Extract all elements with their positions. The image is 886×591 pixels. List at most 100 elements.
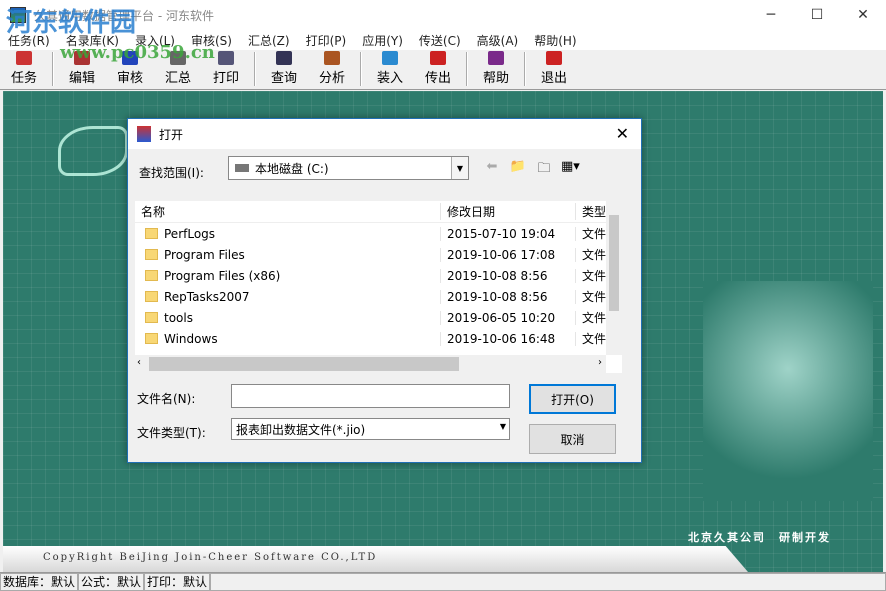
toolbar-label: 查询 bbox=[270, 71, 297, 86]
close-button[interactable]: ✕ bbox=[840, 0, 886, 30]
toolbar-label: 分析 bbox=[318, 71, 345, 86]
folder-icon bbox=[145, 249, 158, 260]
copyright-band: CopyRight BeiJing Join-Cheer Software CO… bbox=[3, 546, 748, 572]
file-type: 文件 bbox=[582, 311, 606, 325]
menu-item[interactable]: 传送(C) bbox=[411, 32, 469, 49]
file-name: Windows bbox=[164, 331, 218, 346]
company-text: 北京久其公司 研制开发 bbox=[688, 531, 831, 544]
horizontal-scrollbar[interactable]: ‹ › bbox=[135, 355, 606, 373]
toolbar-label: 帮助 bbox=[482, 71, 509, 86]
back-icon[interactable]: ⬅ bbox=[483, 159, 501, 181]
file-date: 2019-10-08 8:56 bbox=[441, 289, 576, 304]
toolbar-icon bbox=[324, 51, 340, 65]
file-row[interactable]: Windows 2019-10-06 16:48 文件 bbox=[135, 328, 622, 349]
file-name: Program Files (x86) bbox=[164, 268, 281, 283]
file-type: 文件 bbox=[582, 248, 606, 262]
file-row[interactable]: RepTasks2007 2019-10-08 8:56 文件 bbox=[135, 286, 622, 307]
file-type: 文件 bbox=[582, 227, 606, 241]
toolbar-separator bbox=[52, 52, 54, 86]
file-type: 文件 bbox=[582, 269, 606, 283]
toolbar-label: 传出 bbox=[424, 71, 451, 86]
file-name: PerfLogs bbox=[164, 226, 216, 241]
view-menu-icon[interactable]: ▦▾ bbox=[561, 159, 580, 181]
menu-item[interactable]: 打印(P) bbox=[298, 32, 355, 49]
file-row[interactable]: Program Files (x86) 2019-10-08 8:56 文件 bbox=[135, 265, 622, 286]
toolbar-icon bbox=[16, 51, 32, 65]
toolbar-button[interactable]: 分析 bbox=[308, 49, 356, 89]
menu-item[interactable]: 应用(Y) bbox=[354, 32, 411, 49]
file-list: 名称 修改日期 类型 PerfLogs 2015-07-10 19:04 文件 Pro… bbox=[135, 201, 622, 373]
folder-icon bbox=[145, 333, 158, 344]
file-type: 文件 bbox=[582, 290, 606, 304]
status-bar: 数据库：默认 公式：默认 打印：默认 bbox=[0, 572, 886, 591]
status-empty bbox=[210, 573, 886, 591]
dialog-close-button[interactable]: ✕ bbox=[616, 124, 629, 143]
file-row[interactable]: PerfLogs 2015-07-10 19:04 文件 bbox=[135, 223, 622, 244]
maximize-button[interactable]: ☐ bbox=[794, 0, 840, 30]
filetype-value: 报表卸出数据文件(*.jio) bbox=[236, 423, 366, 437]
drive-icon bbox=[235, 164, 249, 172]
lookin-value: 本地磁盘 (C:) bbox=[255, 161, 329, 176]
folder-icon bbox=[145, 312, 158, 323]
toolbar-label: 装入 bbox=[376, 71, 403, 86]
status-database: 数据库：默认 bbox=[0, 573, 79, 591]
folder-icon bbox=[145, 270, 158, 281]
file-date: 2019-10-08 8:56 bbox=[441, 268, 576, 283]
filetype-label: 文件类型(T): bbox=[137, 426, 206, 440]
toolbar-label: 任务 bbox=[10, 71, 37, 86]
open-button[interactable]: 打开(O) bbox=[529, 384, 616, 414]
file-date: 2019-10-06 17:08 bbox=[441, 247, 576, 262]
cancel-button[interactable]: 取消 bbox=[529, 424, 616, 454]
file-row[interactable]: Program Files 2019-10-06 17:08 文件 bbox=[135, 244, 622, 265]
toolbar-button[interactable]: 装入 bbox=[366, 49, 414, 89]
coffee-cup-image bbox=[703, 281, 873, 501]
file-type: 文件 bbox=[582, 332, 606, 346]
toolbar-icon bbox=[488, 51, 504, 65]
file-date: 2019-06-05 10:20 bbox=[441, 310, 576, 325]
toolbar-icon bbox=[546, 51, 562, 65]
column-name[interactable]: 名称 bbox=[135, 203, 441, 220]
watermark-logo: 河东软件园 bbox=[6, 8, 137, 38]
toolbar-button[interactable]: 查询 bbox=[260, 49, 308, 89]
toolbar-label: 打印 bbox=[212, 71, 239, 86]
lookin-select[interactable]: 本地磁盘 (C:) ▼ bbox=[228, 156, 469, 180]
minimize-button[interactable]: ─ bbox=[748, 0, 794, 30]
toolbar-icon bbox=[276, 51, 292, 65]
toolbar-icon bbox=[218, 51, 234, 65]
toolbar-icon bbox=[430, 51, 446, 65]
toolbar-separator bbox=[524, 52, 526, 86]
toolbar-button[interactable]: 退出 bbox=[530, 49, 578, 89]
lookin-label: 查找范围(I): bbox=[139, 166, 204, 180]
column-date[interactable]: 修改日期 bbox=[441, 203, 576, 220]
menu-item[interactable]: 帮助(H) bbox=[526, 32, 584, 49]
file-date: 2019-10-06 16:48 bbox=[441, 331, 576, 346]
new-folder-icon[interactable]: 🗀 bbox=[535, 159, 553, 181]
chevron-down-icon[interactable]: ▼ bbox=[500, 422, 506, 431]
column-type[interactable]: 类型 bbox=[576, 203, 606, 220]
up-folder-icon[interactable]: 📁 bbox=[509, 159, 527, 181]
toolbar-label: 审核 bbox=[116, 71, 143, 86]
filename-input[interactable] bbox=[231, 384, 510, 408]
dialog-title: 打开 bbox=[159, 127, 184, 142]
watermark-url: www.pc0359.cn bbox=[60, 42, 215, 63]
toolbar-button[interactable]: 任务 bbox=[0, 49, 48, 89]
file-name: RepTasks2007 bbox=[164, 289, 250, 304]
toolbar-icon bbox=[382, 51, 398, 65]
toolbar-button[interactable]: 传出 bbox=[414, 49, 462, 89]
file-row[interactable]: tools 2019-06-05 10:20 文件 bbox=[135, 307, 622, 328]
toolbar-button[interactable]: 帮助 bbox=[472, 49, 520, 89]
vertical-scrollbar[interactable] bbox=[606, 201, 622, 355]
toolbar-label: 退出 bbox=[540, 71, 567, 86]
chevron-down-icon[interactable]: ▼ bbox=[451, 157, 468, 179]
filetype-select[interactable]: 报表卸出数据文件(*.jio) ▼ bbox=[231, 418, 510, 440]
joincheer-logo bbox=[58, 126, 128, 176]
toolbar-separator bbox=[360, 52, 362, 86]
menu-item[interactable]: 汇总(Z) bbox=[240, 32, 298, 49]
status-formula: 公式：默认 bbox=[78, 573, 145, 591]
file-date: 2015-07-10 19:04 bbox=[441, 226, 576, 241]
toolbar-label: 编辑 bbox=[68, 71, 95, 86]
filename-label: 文件名(N): bbox=[137, 392, 196, 406]
menu-item[interactable]: 高级(A) bbox=[469, 32, 527, 49]
folder-icon bbox=[145, 228, 158, 239]
file-name: tools bbox=[164, 310, 193, 325]
